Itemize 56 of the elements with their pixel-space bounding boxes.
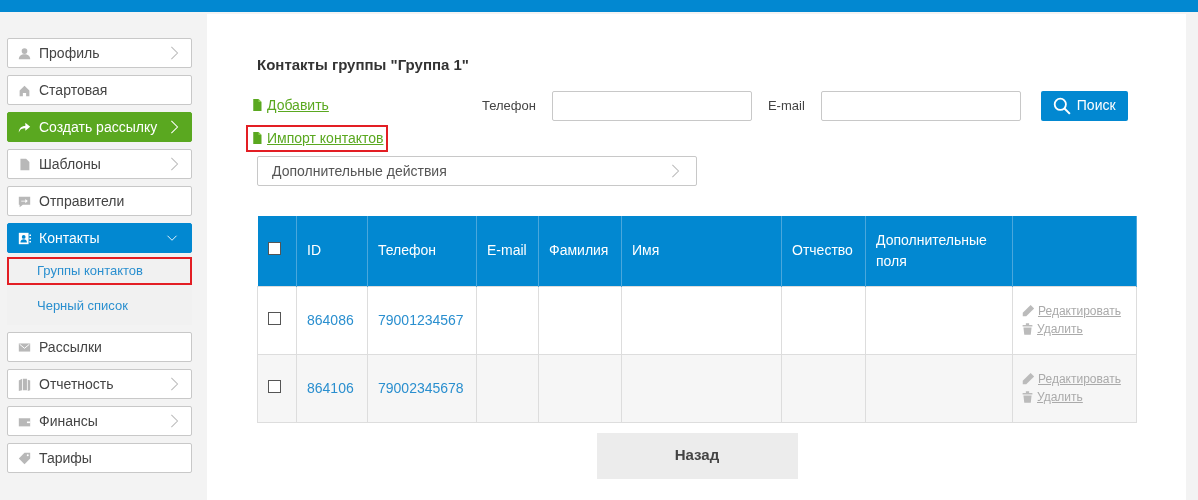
delete-link[interactable]: Удалить	[1021, 320, 1128, 338]
checkbox[interactable]	[268, 379, 281, 393]
share-arrow-icon	[18, 120, 31, 134]
contact-card-icon	[18, 231, 31, 245]
trash-icon	[1021, 322, 1034, 336]
field-label: Телефон	[482, 96, 536, 115]
tag-icon	[18, 451, 31, 465]
search-icon	[1052, 96, 1071, 115]
checkbox[interactable]	[268, 311, 281, 325]
sidebar-item[interactable]: Отчетность	[7, 369, 192, 399]
sidebar-item[interactable]: Тарифы	[7, 443, 192, 473]
envelope-icon	[18, 340, 31, 354]
edit-link[interactable]: Редактировать	[1021, 302, 1128, 320]
pencil-icon	[1021, 304, 1035, 318]
column-header: E-mail	[476, 216, 539, 286]
message-icon	[18, 194, 31, 208]
table-cell: 864106	[307, 379, 354, 396]
column-header: ID	[296, 216, 368, 286]
sidebar-item[interactable]: Создать рассылку	[7, 112, 192, 142]
pencil-icon	[1021, 372, 1035, 386]
edit-link[interactable]: Редактировать	[1021, 370, 1128, 388]
submenu-item[interactable]: Группы контактов	[7, 257, 192, 285]
sidebar-item[interactable]: Стартовая	[7, 75, 192, 105]
search-button[interactable]: Поиск	[1040, 90, 1128, 121]
sidebar-item[interactable]: Рассылки	[7, 332, 192, 362]
page-title: Контакты группы "Группа 1"	[257, 55, 470, 75]
document-icon	[251, 97, 263, 114]
sidebar-item[interactable]: Финансы	[7, 406, 192, 436]
input-field[interactable]	[551, 90, 752, 121]
sidebar-item[interactable]: Шаблоны	[7, 149, 192, 179]
link[interactable]: Импорт контактов	[246, 124, 389, 152]
dropdown[interactable]: Дополнительные действия	[257, 156, 697, 186]
trash-icon	[1021, 390, 1034, 404]
table-cell: 864086	[307, 311, 354, 328]
column-header: Дополнительные поля	[865, 216, 1013, 286]
document-icon	[18, 157, 31, 171]
input-field[interactable]	[820, 90, 1021, 121]
column-header: Телефон	[367, 216, 477, 286]
book-icon	[18, 377, 31, 391]
table-cell: 79002345678	[378, 379, 464, 396]
column-header: Имя	[621, 216, 782, 286]
sidebar-item[interactable]: Профиль	[7, 38, 192, 68]
checkbox[interactable]	[267, 242, 281, 256]
document-icon	[251, 130, 263, 146]
submenu-item[interactable]: Черный список	[7, 291, 192, 319]
sidebar-item[interactable]: Контакты	[7, 223, 192, 253]
link[interactable]: Добавить	[246, 91, 334, 119]
back-button[interactable]: Назад	[596, 432, 798, 479]
delete-link[interactable]: Удалить	[1021, 388, 1128, 406]
home-icon	[18, 83, 31, 97]
column-header: Отчество	[781, 216, 866, 286]
sidebar-item[interactable]: Отправители	[7, 186, 192, 216]
field-label: E-mail	[767, 96, 805, 115]
user-icon	[18, 46, 31, 60]
column-header: Фамилия	[538, 216, 622, 286]
table-cell: 79001234567	[378, 311, 464, 328]
